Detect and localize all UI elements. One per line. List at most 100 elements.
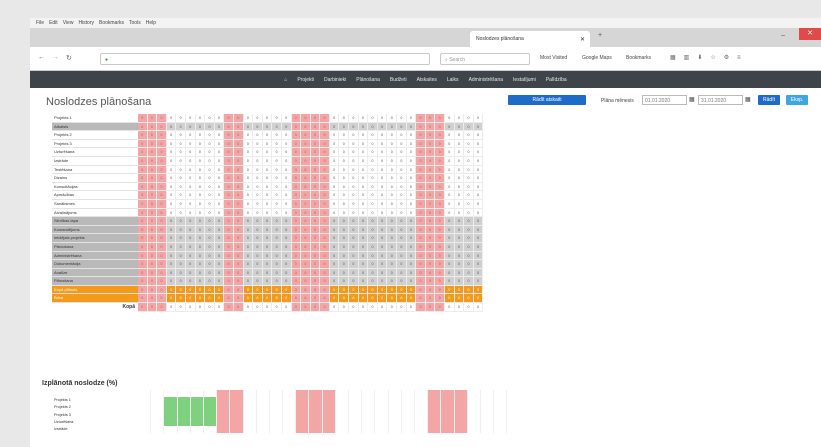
grid-cell[interactable]: 0 [473,260,484,269]
grid-cell[interactable]: 0 [224,122,234,132]
nav-item[interactable]: Darbinieki [324,77,346,83]
grid-cell[interactable]: 0 [195,225,206,235]
grid-cell[interactable]: 0 [176,131,186,140]
grid-cell[interactable]: 0 [464,182,474,192]
grid-cell[interactable]: 0 [176,148,186,157]
grid-cell[interactable]: 0 [445,242,455,252]
grid-cell[interactable]: 0 [195,234,206,243]
grid-cell[interactable]: 0 [281,217,292,226]
grid-cell[interactable]: 0 [310,182,321,192]
grid-cell[interactable]: 0 [377,199,388,209]
grid-cell[interactable]: 0 [320,285,330,295]
grid-cell[interactable]: 0 [349,268,359,278]
grid-cell[interactable]: 0 [339,182,350,192]
grid-cell[interactable]: 0 [205,191,215,200]
grid-cell[interactable]: 0 [281,139,292,149]
grid-cell[interactable]: 0 [176,268,186,278]
grid-cell[interactable]: 0 [454,139,465,149]
grid-cell[interactable]: 0 [272,156,282,166]
grid-cell[interactable]: 0 [262,234,273,243]
grid-cell[interactable]: 0 [272,165,282,175]
grid-cell[interactable]: 0 [320,251,330,261]
grid-cell[interactable]: 0 [358,139,369,149]
grid-cell[interactable]: 0 [205,251,215,261]
grid-cell[interactable]: 0 [176,191,186,200]
grid-cell[interactable]: 0 [377,208,388,218]
grid-cell[interactable]: 0 [272,174,282,183]
grid-cell[interactable]: 0 [397,294,407,304]
grid-cell[interactable]: 0 [195,199,206,209]
grid-cell[interactable]: 0 [195,165,206,175]
grid-cell[interactable]: 0 [349,225,359,235]
grid-cell[interactable]: 0 [301,174,311,183]
grid-cell[interactable]: 0 [214,148,225,157]
grid-cell[interactable]: 0 [473,208,484,218]
grid-cell[interactable]: 0 [195,114,206,123]
grid-cell[interactable]: 0 [224,182,234,192]
grid-cell[interactable]: 0 [329,285,340,295]
grid-cell[interactable]: 0 [377,225,388,235]
grid-cell[interactable]: 0 [166,225,177,235]
grid-cell[interactable]: 0 [397,131,407,140]
grid-cell[interactable]: 0 [301,217,311,226]
grid-cell[interactable]: 0 [377,139,388,149]
grid-cell[interactable]: 0 [329,251,340,261]
grid-cell[interactable]: 0 [214,114,225,123]
grid-cell[interactable]: 0 [416,277,426,286]
grid-cell[interactable]: 0 [253,114,263,123]
grid-cell[interactable]: 0 [301,191,311,200]
grid-cell[interactable]: 0 [377,182,388,192]
grid-cell[interactable]: 0 [224,294,234,304]
grid-cell[interactable]: 0 [243,165,254,175]
grid-cell[interactable]: 0 [233,182,244,192]
grid-cell[interactable]: 0 [387,285,398,295]
grid-cell[interactable]: 0 [195,122,206,132]
grid-cell[interactable]: 0 [262,294,273,304]
toolbar-icons[interactable]: ▦▥⬇☆⚙≡ [670,54,749,61]
grid-cell[interactable]: 0 [454,199,465,209]
grid-cell[interactable]: 0 [147,208,158,218]
grid-cell[interactable]: 0 [147,148,158,157]
grid-cell[interactable]: 0 [301,156,311,166]
grid-cell[interactable]: 0 [138,260,148,269]
grid-cell[interactable]: 0 [454,156,465,166]
grid-cell[interactable]: 0 [406,217,417,226]
grid-cell[interactable]: 0 [205,260,215,269]
grid-cell[interactable]: 0 [166,242,177,252]
grid-cell[interactable]: 0 [425,268,436,278]
grid-cell[interactable]: 0 [445,285,455,295]
grid-cell[interactable]: 0 [195,285,206,295]
grid-cell[interactable]: 0 [397,217,407,226]
grid-cell[interactable]: 0 [138,251,148,261]
grid-cell[interactable]: 0 [377,268,388,278]
grid-cell[interactable]: 0 [233,191,244,200]
grid-cell[interactable]: 0 [281,199,292,209]
grid-cell[interactable]: 0 [406,131,417,140]
grid-cell[interactable]: 0 [445,165,455,175]
grid-cell[interactable]: 0 [205,182,215,192]
grid-cell[interactable]: 0 [176,277,186,286]
grid-cell[interactable]: 0 [320,191,330,200]
grid-cell[interactable]: 0 [272,191,282,200]
grid-cell[interactable]: 0 [301,225,311,235]
grid-cell[interactable]: 0 [272,114,282,123]
grid-cell[interactable]: 0 [473,122,484,132]
grid-cell[interactable]: 0 [224,225,234,235]
grid-cell[interactable]: 0 [349,131,359,140]
grid-cell[interactable]: 0 [253,182,263,192]
grid-cell[interactable]: 0 [435,131,445,140]
grid-cell[interactable]: 0 [320,114,330,123]
grid-cell[interactable]: 0 [233,174,244,183]
grid-cell[interactable]: 0 [224,268,234,278]
grid-cell[interactable]: 0 [147,156,158,166]
grid-cell[interactable]: 0 [406,242,417,252]
grid-cell[interactable]: 0 [166,208,177,218]
grid-cell[interactable]: 0 [320,122,330,132]
bookmark-google-maps[interactable]: Google Maps [582,55,612,61]
grid-cell[interactable]: 0 [233,242,244,252]
grid-cell[interactable]: 0 [473,277,484,286]
grid-cell[interactable]: 0 [416,217,426,226]
menu-item[interactable]: Edit [49,20,58,26]
grid-cell[interactable]: 0 [147,285,158,295]
grid-cell[interactable]: 0 [291,199,302,209]
